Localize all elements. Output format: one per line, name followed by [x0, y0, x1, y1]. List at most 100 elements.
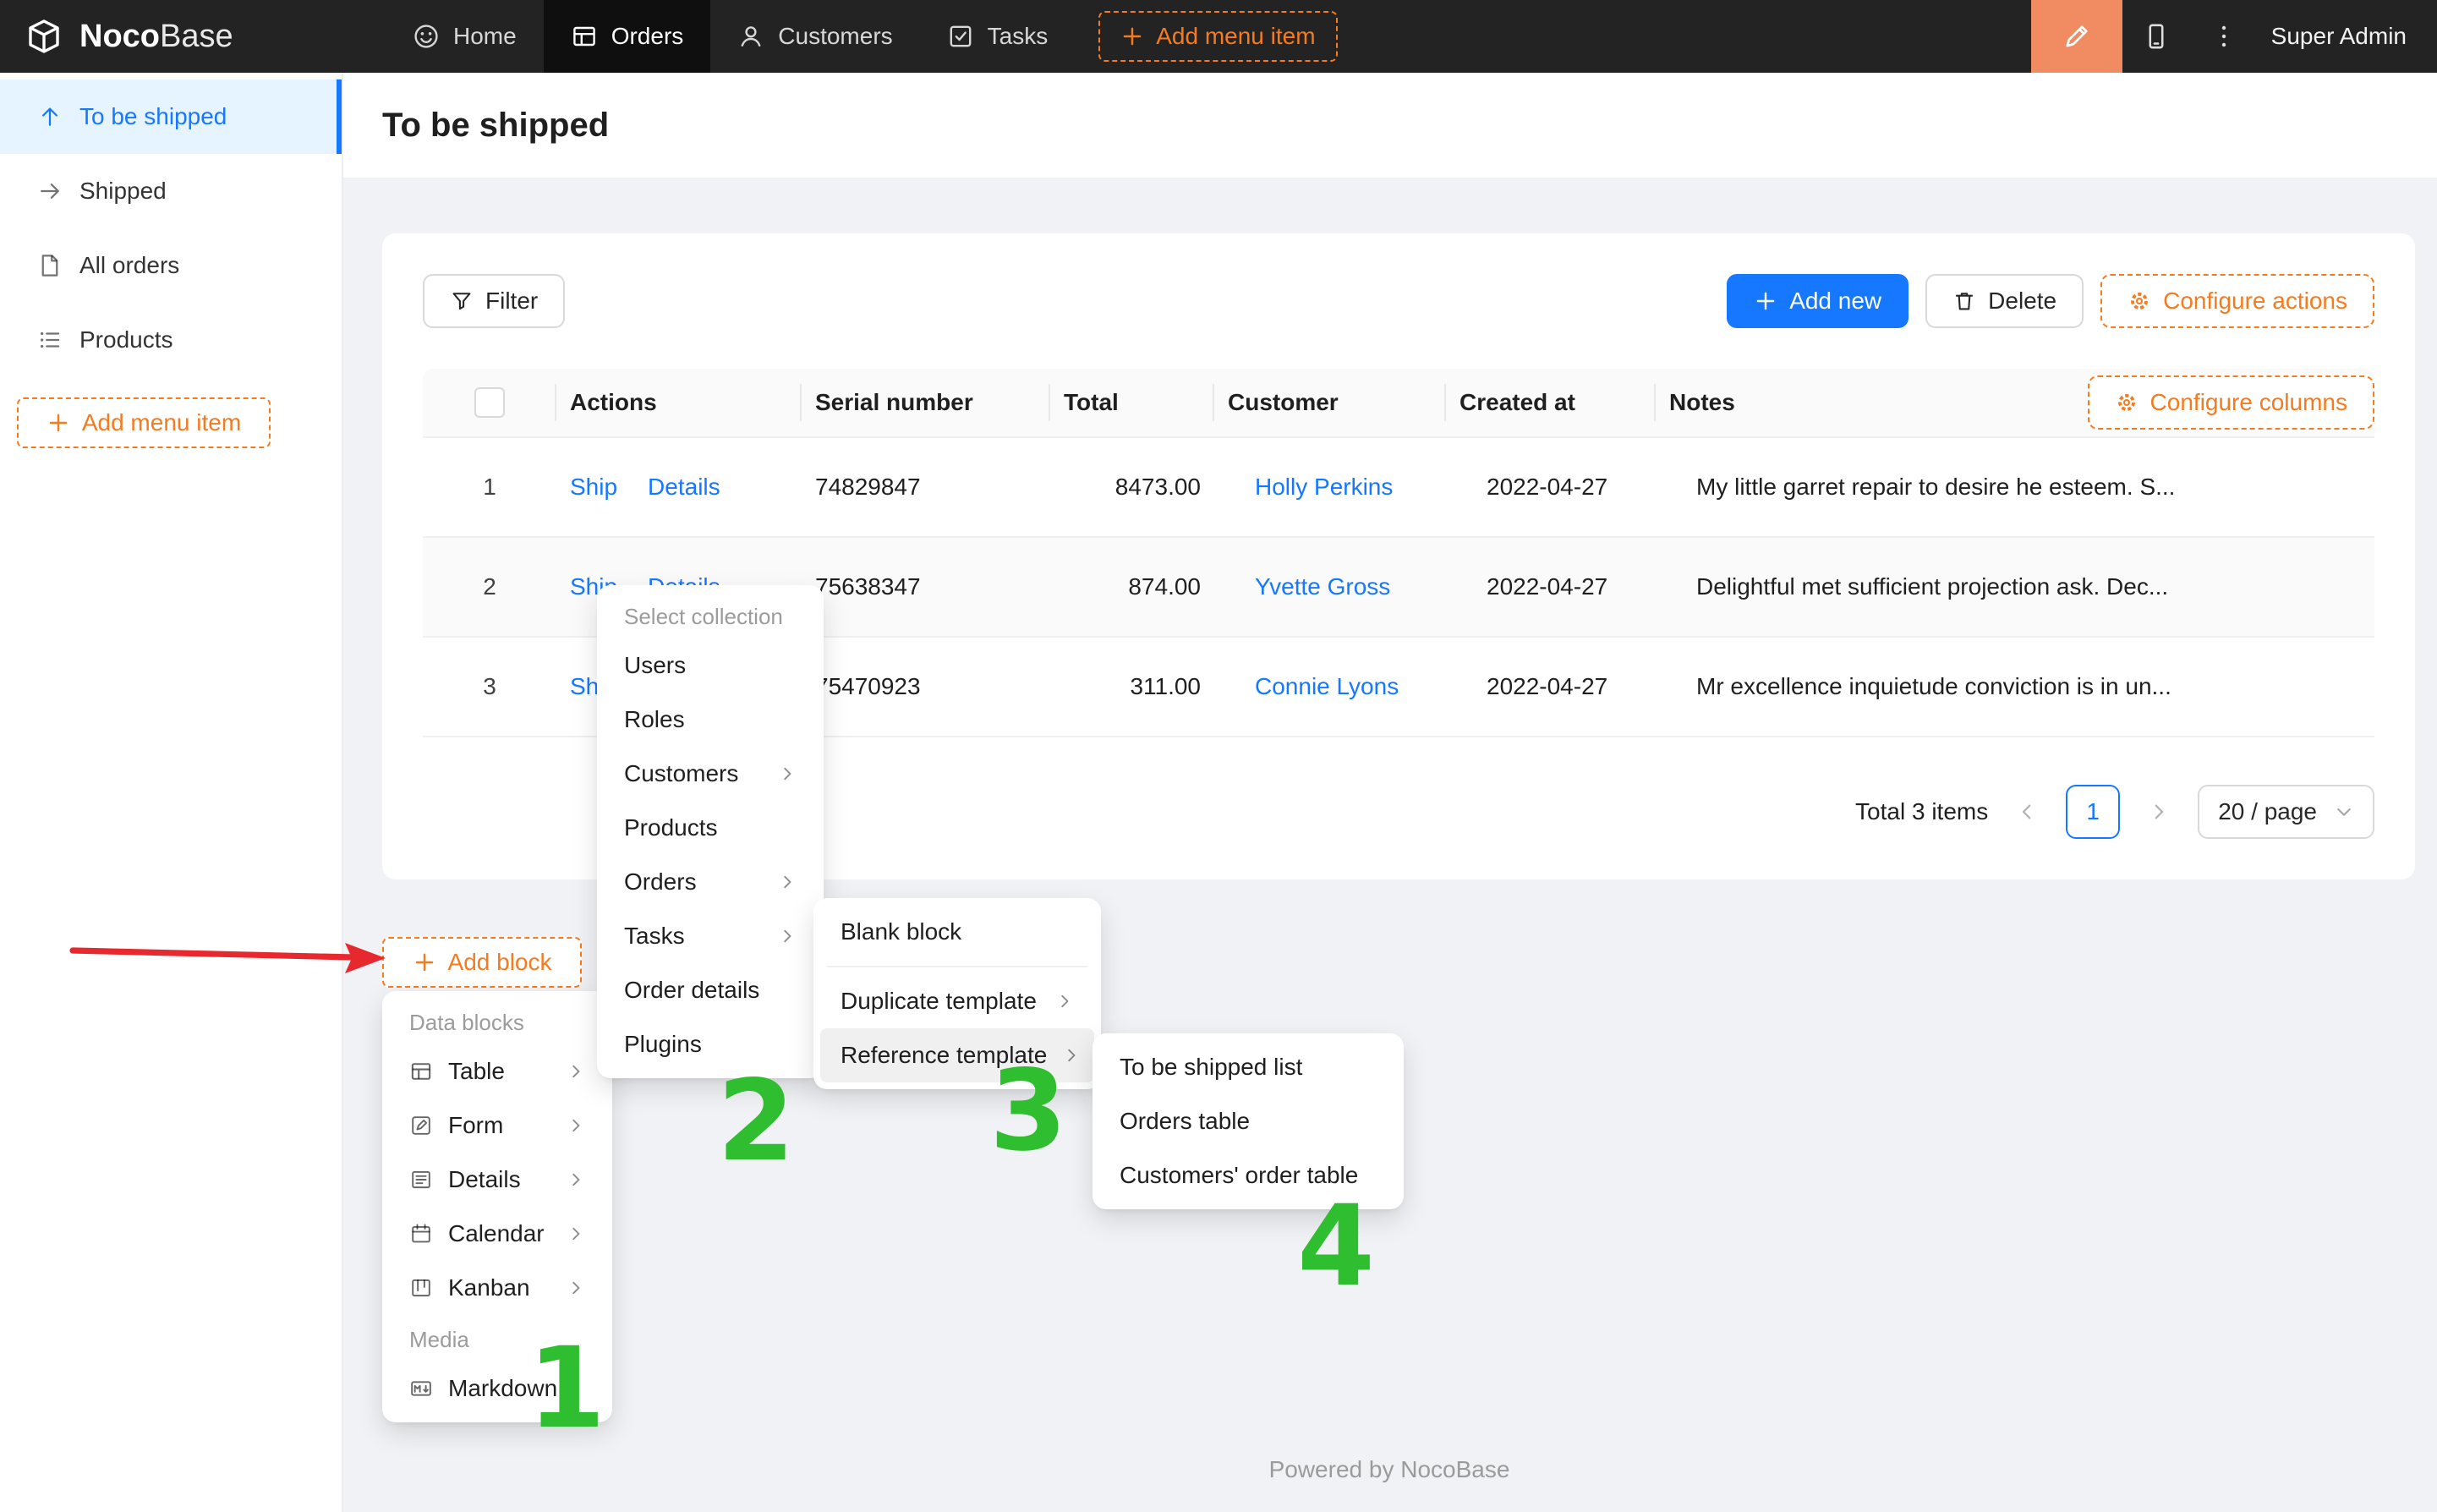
menu-item-orders-table[interactable]: Orders table — [1099, 1094, 1397, 1148]
configure-columns-button[interactable]: Configure columns — [2088, 375, 2374, 430]
sidebar-item-all-orders[interactable]: All orders — [0, 228, 342, 303]
pagination-next-button[interactable] — [2133, 786, 2184, 837]
menu-section-label: Data blocks — [389, 998, 605, 1044]
nav-item-tasks[interactable]: Tasks — [920, 0, 1076, 73]
add-block-button[interactable]: Add block — [382, 937, 582, 988]
page-header: To be shipped — [342, 73, 2437, 178]
menu-item-label: Users — [624, 652, 686, 679]
brand-name: NocoBase — [79, 19, 233, 55]
more-button[interactable] — [2190, 0, 2258, 73]
table-icon — [409, 1060, 433, 1083]
delete-label: Delete — [1988, 288, 2056, 315]
nav-item-home[interactable]: Home — [386, 0, 544, 73]
notes-cell: My little garret repair to desire he est… — [1683, 474, 2374, 501]
menu-item-customers[interactable]: Customers — [604, 747, 817, 801]
nav-add-menu-item-button[interactable]: Add menu item — [1098, 11, 1337, 62]
sidebar-item-products[interactable]: Products — [0, 303, 342, 377]
menu-item-label: Calendar — [448, 1220, 545, 1247]
customer-cell: Connie Lyons — [1241, 673, 1473, 700]
menu-section-label: Media — [389, 1315, 605, 1361]
pagination-prev-button[interactable] — [2002, 786, 2052, 837]
menu-item-form[interactable]: Form — [389, 1098, 605, 1153]
column-header-serial-number: Serial number — [802, 389, 1050, 416]
form-icon — [409, 1114, 433, 1137]
menu-item-label: To be shipped list — [1120, 1054, 1302, 1081]
menu-item-plugins[interactable]: Plugins — [604, 1017, 817, 1071]
block-creation-menu: Blank block Duplicate template Reference… — [813, 898, 1101, 1089]
add-block-label: Add block — [448, 949, 552, 976]
menu-item-label: Tasks — [624, 923, 685, 950]
chevron-right-icon — [567, 1224, 585, 1243]
menu-item-label: Blank block — [841, 918, 961, 945]
menu-section-label: Select collection — [604, 592, 817, 638]
toolbar-right: Add new Delete Configure actions — [1727, 274, 2374, 328]
nav-item-orders[interactable]: Orders — [544, 0, 711, 73]
pagination-page-1[interactable]: 1 — [2066, 785, 2120, 839]
mobile-icon — [2142, 22, 2171, 51]
select-collection-menu: Select collection Users Roles Customers … — [597, 585, 824, 1078]
sidebar-item-shipped[interactable]: Shipped — [0, 154, 342, 228]
delete-button[interactable]: Delete — [1925, 274, 2084, 328]
brand[interactable]: NocoBase — [0, 0, 386, 73]
reference-template-menu: To be shipped list Orders table Customer… — [1093, 1033, 1404, 1209]
menu-item-label: Order details — [624, 977, 759, 1004]
column-header-customer: Customer — [1214, 389, 1446, 416]
add-new-button[interactable]: Add new — [1727, 274, 1909, 328]
menu-item-markdown[interactable]: Markdown — [389, 1361, 605, 1416]
configure-actions-label: Configure actions — [2163, 288, 2347, 315]
customer-link[interactable]: Holly Perkins — [1255, 474, 1393, 500]
menu-item-to-be-shipped-list[interactable]: To be shipped list — [1099, 1040, 1397, 1094]
gear-icon — [2115, 391, 2139, 414]
menu-item-calendar[interactable]: Calendar — [389, 1207, 605, 1261]
page-size-select[interactable]: 20 / page — [2198, 785, 2374, 839]
menu-item-customers-order-table[interactable]: Customers' order table — [1099, 1148, 1397, 1202]
filter-button[interactable]: Filter — [423, 274, 565, 328]
pagination-total: Total 3 items — [1855, 798, 1988, 825]
menu-item-kanban[interactable]: Kanban — [389, 1261, 605, 1315]
select-all-checkbox[interactable] — [474, 387, 505, 418]
chevron-right-icon — [1055, 992, 1074, 1011]
nocobase-logo-icon — [24, 16, 64, 57]
menu-item-details[interactable]: Details — [389, 1153, 605, 1207]
trash-icon — [1952, 289, 1976, 313]
chevron-right-icon — [778, 764, 797, 783]
sidebar-add-menu-item-button[interactable]: Add menu item — [17, 397, 271, 448]
arrow-up-icon — [37, 104, 63, 129]
plus-icon — [1120, 25, 1144, 48]
nav-item-customers[interactable]: Customers — [710, 0, 919, 73]
user-menu[interactable]: Super Admin — [2258, 23, 2437, 50]
nav-item-label: Tasks — [988, 23, 1049, 50]
nav-add-menu-item-label: Add menu item — [1156, 23, 1315, 50]
menu-item-reference-template[interactable]: Reference template — [820, 1028, 1094, 1082]
plus-icon — [413, 950, 436, 974]
total-cell: 311.00 — [1050, 673, 1241, 700]
menu-item-users[interactable]: Users — [604, 638, 817, 693]
customer-link[interactable]: Connie Lyons — [1255, 673, 1399, 699]
menu-item-table[interactable]: Table — [389, 1044, 605, 1098]
mobile-button[interactable] — [2122, 0, 2190, 73]
table-header-row: Actions Serial number Total Customer Cre… — [423, 369, 2374, 438]
configure-actions-button[interactable]: Configure actions — [2100, 274, 2374, 328]
ui-editor-button[interactable] — [2031, 0, 2122, 73]
details-link[interactable]: Details — [648, 474, 720, 501]
chevron-right-icon — [1062, 1046, 1081, 1065]
sidebar-item-label: Shipped — [79, 178, 167, 205]
menu-item-roles[interactable]: Roles — [604, 693, 817, 747]
customer-link[interactable]: Yvette Gross — [1255, 573, 1390, 600]
file-icon — [37, 253, 63, 278]
highlighter-icon — [2062, 21, 2092, 52]
menu-item-blank-block[interactable]: Blank block — [820, 905, 1094, 959]
menu-item-order-details[interactable]: Order details — [604, 963, 817, 1017]
menu-item-orders[interactable]: Orders — [604, 855, 817, 909]
ship-link[interactable]: Ship — [570, 474, 617, 501]
calendar-icon — [409, 1222, 433, 1246]
chevron-right-icon — [567, 1279, 585, 1297]
sidebar-item-to-be-shipped[interactable]: To be shipped — [0, 79, 342, 154]
menu-item-tasks[interactable]: Tasks — [604, 909, 817, 963]
row-index: 3 — [423, 673, 556, 700]
row-index: 1 — [423, 474, 556, 501]
more-vertical-icon — [2210, 23, 2237, 50]
menu-item-duplicate-template[interactable]: Duplicate template — [820, 974, 1094, 1028]
menu-item-products[interactable]: Products — [604, 801, 817, 855]
list-icon — [37, 327, 63, 353]
